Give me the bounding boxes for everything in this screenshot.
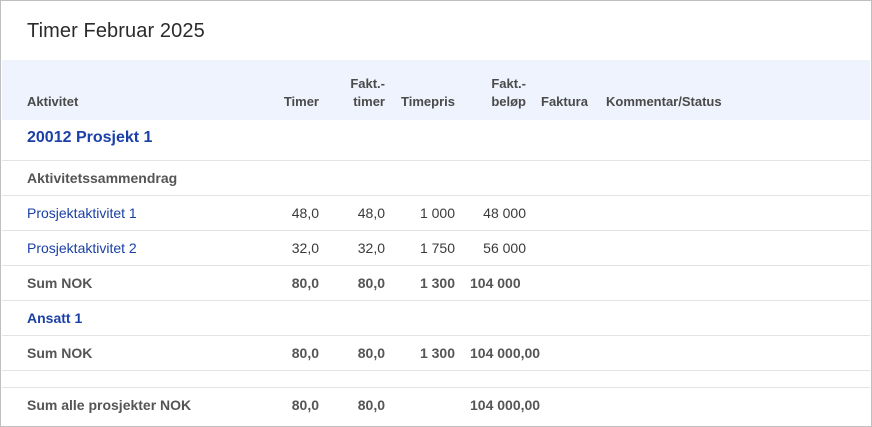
project-row: 20012 Prosjekt 1 xyxy=(2,120,870,160)
spacer-row xyxy=(2,370,870,387)
cell-fakt-timer: 32,0 xyxy=(357,240,385,256)
cell-fakt-belop: 56 000 xyxy=(483,240,526,256)
sum-fakt-timer: 80,0 xyxy=(357,275,385,291)
employee-row: Ansatt 1 xyxy=(2,300,870,335)
sum-fakt-belop: 104 000 xyxy=(470,275,521,291)
table-row: Prosjektaktivitet 2 32,0 32,0 1 750 56 0… xyxy=(2,230,870,265)
col-fakt-belop-line2[interactable]: beløp xyxy=(470,93,526,111)
cell-timepris: 1 000 xyxy=(419,205,455,221)
employee-link[interactable]: Ansatt 1 xyxy=(27,309,82,327)
sum-label: Sum NOK xyxy=(27,345,93,361)
sum-timepris: 1 300 xyxy=(419,345,455,361)
col-kommentar[interactable]: Kommentar/Status xyxy=(606,93,722,111)
sum-timepris: 1 300 xyxy=(419,275,455,291)
col-fakt-timer-line2[interactable]: timer xyxy=(330,93,385,111)
sum-row: Sum NOK 80,0 80,0 1 300 104 000,00 xyxy=(2,335,870,370)
cell-fakt-timer: 48,0 xyxy=(357,205,385,221)
cell-fakt-belop: 48 000 xyxy=(483,205,526,221)
table-header: Aktivitet Timer Fakt.- timer Timepris Fa… xyxy=(2,60,870,120)
sum-label: Sum NOK xyxy=(27,275,93,291)
total-label: Sum alle prosjekter NOK xyxy=(27,397,192,413)
col-timer[interactable]: Timer xyxy=(264,93,319,111)
total-timer: 80,0 xyxy=(291,397,319,413)
sum-fakt-belop: 104 000,00 xyxy=(470,345,541,361)
col-fakt-belop-line1[interactable]: Fakt.- xyxy=(470,75,526,93)
total-row: Sum alle prosjekter NOK 80,0 80,0 104 00… xyxy=(2,387,870,426)
cell-timer: 32,0 xyxy=(291,240,319,256)
cell-timer: 48,0 xyxy=(291,205,319,221)
activity-link[interactable]: Prosjektaktivitet 2 xyxy=(27,239,137,257)
sum-fakt-timer: 80,0 xyxy=(357,345,385,361)
total-fakt-belop: 104 000,00 xyxy=(470,397,541,413)
section-title: Aktivitetssammendrag xyxy=(27,170,178,186)
section-row: Aktivitetssammendrag xyxy=(2,160,870,195)
total-fakt-timer: 80,0 xyxy=(357,397,385,413)
col-aktivitet[interactable]: Aktivitet xyxy=(27,93,78,111)
sum-timer: 80,0 xyxy=(291,345,319,361)
col-timepris[interactable]: Timepris xyxy=(387,93,455,111)
sum-row: Sum NOK 80,0 80,0 1 300 104 000 xyxy=(2,265,870,300)
cell-timepris: 1 750 xyxy=(419,240,455,256)
sum-timer: 80,0 xyxy=(291,275,319,291)
project-link[interactable]: 20012 Prosjekt 1 xyxy=(27,129,152,147)
activity-link[interactable]: Prosjektaktivitet 1 xyxy=(27,204,137,222)
col-faktura[interactable]: Faktura xyxy=(541,93,588,111)
table-row: Prosjektaktivitet 1 48,0 48,0 1 000 48 0… xyxy=(2,195,870,230)
report-frame: Timer Februar 2025 Aktivitet Timer Fakt.… xyxy=(0,0,872,427)
page-title: Timer Februar 2025 xyxy=(27,20,205,42)
col-fakt-timer-line1[interactable]: Fakt.- xyxy=(330,75,385,93)
